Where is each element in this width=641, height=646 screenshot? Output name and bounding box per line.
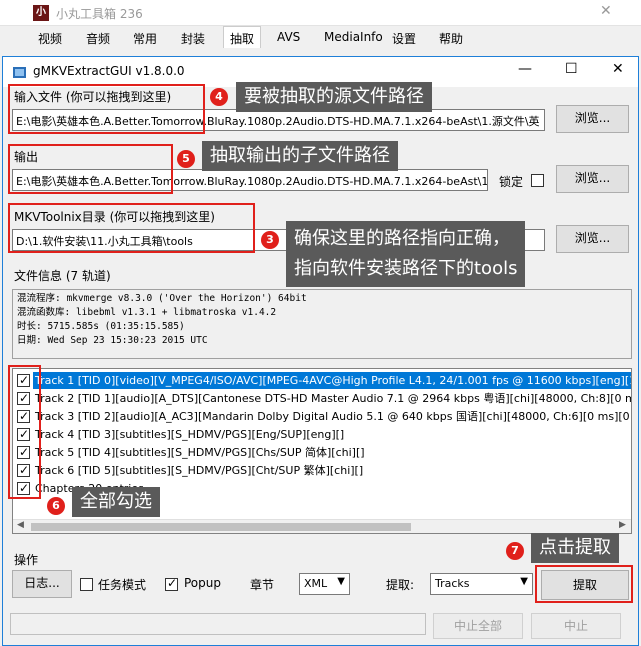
annotation-callout: 要被抽取的源文件路径 — [236, 82, 432, 112]
annotation-box-output — [8, 144, 173, 194]
minimize-icon[interactable]: — — [518, 61, 532, 77]
parent-tab-mux[interactable]: 封装 — [181, 30, 205, 47]
output-browse-button[interactable]: 浏览... — [556, 165, 629, 193]
extract-label: 提取: — [386, 578, 415, 592]
popup-label: Popup — [184, 576, 221, 590]
parent-tab-extract[interactable]: 抽取 — [223, 26, 262, 48]
lock-label: 锁定 — [499, 175, 524, 189]
annotation-box-mkvtoolnix — [8, 203, 255, 253]
parent-tab-video[interactable]: 视频 — [38, 30, 62, 47]
parent-tab-mediainfo[interactable]: MediaInfo — [324, 30, 383, 44]
file-info-label: 文件信息 (7 轨道) — [14, 269, 111, 283]
parent-tab-avs[interactable]: AVS — [277, 30, 300, 44]
parent-tab-audio[interactable]: 音频 — [86, 30, 110, 47]
close-icon[interactable]: ✕ — [612, 61, 624, 77]
info-line: 日期: Wed Sep 23 15:30:23 2015 UTC — [17, 335, 208, 346]
file-info-box: 混流程序: mkvmerge v8.3.0 ('Over the Horizon… — [12, 289, 632, 359]
annotation-number: 7 — [506, 542, 524, 560]
abort-button[interactable]: 中止 — [531, 613, 621, 639]
popup-checkbox[interactable] — [165, 576, 178, 591]
job-mode-label: 任务模式 — [98, 578, 147, 592]
job-mode-checkbox[interactable] — [80, 578, 93, 591]
horizontal-scrollbar[interactable]: ◀ ▶ — [13, 519, 631, 533]
parent-tab-settings[interactable]: 设置 — [392, 30, 416, 47]
log-button[interactable]: 日志... — [12, 570, 72, 598]
track-item[interactable]: Track 3 [TID 2][audio][A_AC3][Mandarin D… — [13, 408, 631, 426]
scroll-left-icon[interactable]: ◀ — [17, 520, 24, 530]
info-line: 时长: 5715.585s (01:35:15.585) — [17, 321, 185, 332]
chapter-format-select[interactable]: XML ▼ — [299, 573, 350, 595]
annotation-callout: 全部勾选 — [72, 487, 160, 517]
scroll-right-icon[interactable]: ▶ — [619, 520, 626, 530]
annotation-number: 4 — [210, 88, 228, 106]
parent-titlebar: 小 小丸工具箱 236 ✕ — [0, 0, 641, 26]
annotation-number: 5 — [177, 150, 195, 168]
annotation-number: 6 — [47, 497, 65, 515]
parent-tab-help[interactable]: 帮助 — [439, 30, 463, 47]
chevron-down-icon: ▼ — [337, 576, 345, 587]
window-title: gMKVExtractGUI v1.8.0.0 — [33, 64, 185, 78]
track-item[interactable]: Track 5 [TID 4][subtitles][S_HDMV/PGS][C… — [13, 444, 631, 462]
abort-all-button[interactable]: 中止全部 — [433, 613, 523, 639]
scrollbar-thumb[interactable] — [31, 523, 411, 531]
parent-close-icon[interactable]: ✕ — [600, 3, 612, 19]
info-line: 混流程序: mkvmerge v8.3.0 ('Over the Horizon… — [17, 293, 307, 304]
parent-tab-common[interactable]: 常用 — [133, 30, 157, 47]
annotation-number: 3 — [261, 231, 279, 249]
track-item[interactable]: Track 4 [TID 3][subtitles][S_HDMV/PGS][E… — [13, 426, 631, 444]
chapter-label: 章节 — [250, 578, 275, 592]
extract-type-select[interactable]: Tracks ▼ — [430, 573, 533, 595]
info-line: 混流函数库: libebml v1.3.1 + libmatroska v1.4… — [17, 307, 277, 318]
annotation-callout: 抽取输出的子文件路径 — [202, 141, 398, 171]
app-icon — [13, 67, 26, 78]
progress-bar — [10, 613, 426, 635]
track-item[interactable]: Track 2 [TID 1][audio][A_DTS][Cantonese … — [13, 390, 631, 408]
parent-app-icon: 小 — [33, 5, 49, 21]
input-browse-button[interactable]: 浏览... — [556, 105, 629, 133]
track-item[interactable]: Track 6 [TID 5][subtitles][S_HDMV/PGS][C… — [13, 462, 631, 480]
actions-label: 操作 — [14, 553, 39, 567]
maximize-icon[interactable]: ☐ — [565, 61, 578, 77]
annotation-box-input — [8, 84, 205, 134]
annotation-box-checkboxes — [8, 365, 41, 499]
parent-menu: 视频 音频 常用 封装 抽取 AVS MediaInfo 设置 帮助 — [0, 26, 641, 48]
mkvtoolnix-browse-button[interactable]: 浏览... — [556, 225, 629, 253]
annotation-callout: 确保这里的路径指向正确， 指向软件安装路径下的tools — [286, 221, 526, 287]
chevron-down-icon: ▼ — [520, 576, 528, 587]
annotation-callout: 点击提取 — [531, 533, 619, 563]
parent-title: 小丸工具箱 236 — [56, 7, 143, 21]
annotation-box-extract — [535, 565, 633, 603]
track-item[interactable]: Track 1 [TID 0][video][V_MPEG4/ISO/AVC][… — [13, 372, 631, 390]
lock-checkbox[interactable] — [531, 174, 544, 187]
